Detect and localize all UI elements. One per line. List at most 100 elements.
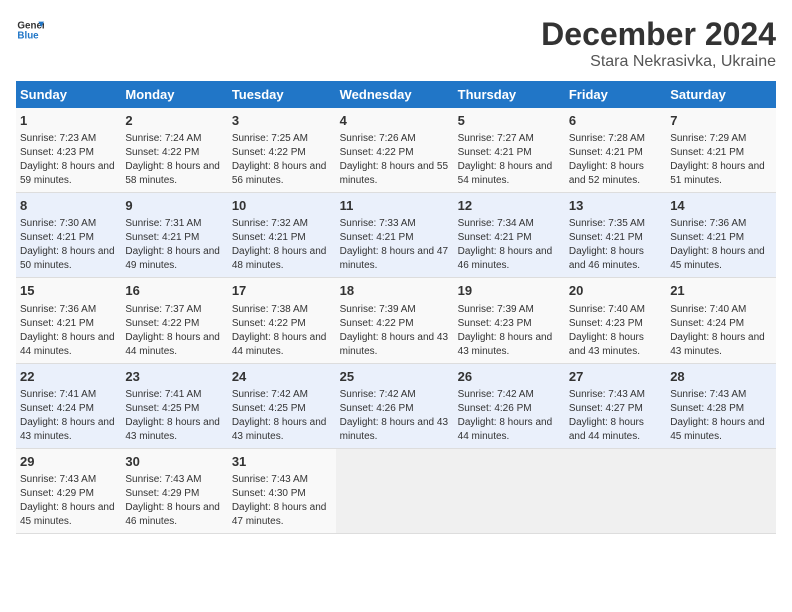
day-number: 18 [340,282,450,300]
day-number: 22 [20,368,117,386]
day-info: Sunrise: 7:29 AMSunset: 4:21 PMDaylight:… [670,132,772,188]
page-header: General Blue December 2024 Stara Nekrasi… [16,16,776,71]
day-number: 3 [232,112,332,130]
calendar-cell [454,448,565,533]
day-number: 30 [125,453,223,471]
day-info: Sunrise: 7:36 AMSunset: 4:21 PMDaylight:… [20,303,117,359]
calendar-cell: 4 Sunrise: 7:26 AMSunset: 4:22 PMDaylight… [336,108,454,193]
day-info: Sunrise: 7:26 AMSunset: 4:22 PMDaylight:… [340,132,450,188]
day-info: Sunrise: 7:36 AMSunset: 4:21 PMDaylight:… [670,217,772,273]
day-info: Sunrise: 7:27 AMSunset: 4:21 PMDaylight:… [458,132,561,188]
logo-icon: General Blue [16,16,44,44]
day-info: Sunrise: 7:24 AMSunset: 4:22 PMDaylight:… [125,132,223,188]
col-tuesday: Tuesday [228,81,336,108]
day-number: 14 [670,197,772,215]
calendar-cell [336,448,454,533]
week-row-5: 29 Sunrise: 7:43 AMSunset: 4:29 PMDayligh… [16,448,776,533]
calendar-header-row: Sunday Monday Tuesday Wednesday Thursday… [16,81,776,108]
day-info: Sunrise: 7:25 AMSunset: 4:22 PMDaylight:… [232,132,332,188]
day-number: 8 [20,197,117,215]
day-number: 20 [569,282,662,300]
calendar-cell: 3 Sunrise: 7:25 AMSunset: 4:22 PMDaylight… [228,108,336,193]
day-info: Sunrise: 7:41 AMSunset: 4:25 PMDaylight:… [125,388,223,444]
day-info: Sunrise: 7:43 AMSunset: 4:29 PMDaylight:… [125,473,223,529]
calendar-cell: 10Sunrise: 7:32 AMSunset: 4:21 PMDayligh… [228,193,336,278]
day-info: Sunrise: 7:35 AMSunset: 4:21 PMDaylight:… [569,217,662,273]
calendar-cell: 31 Sunrise: 7:43 AMSunset: 4:30 PMDayligh… [228,448,336,533]
day-info: Sunrise: 7:31 AMSunset: 4:21 PMDaylight:… [125,217,223,273]
day-info: Sunrise: 7:40 AMSunset: 4:23 PMDaylight:… [569,303,662,359]
day-info: Sunrise: 7:39 AMSunset: 4:22 PMDaylight:… [340,303,450,359]
calendar-cell [565,448,666,533]
calendar-cell: 28Sunrise: 7:43 AMSunset: 4:28 PMDayligh… [666,363,776,448]
day-info: Sunrise: 7:38 AMSunset: 4:22 PMDaylight:… [232,303,332,359]
day-number: 26 [458,368,561,386]
col-wednesday: Wednesday [336,81,454,108]
calendar-cell: 26 Sunrise: 7:42 AMSunset: 4:26 PMDayligh… [454,363,565,448]
week-row-3: 15 Sunrise: 7:36 AMSunset: 4:21 PMDayligh… [16,278,776,363]
title-area: December 2024 Stara Nekrasivka, Ukraine [541,16,776,71]
day-number: 9 [125,197,223,215]
day-number: 5 [458,112,561,130]
day-info: Sunrise: 7:30 AMSunset: 4:21 PMDaylight:… [20,217,117,273]
day-info: Sunrise: 7:42 AMSunset: 4:25 PMDaylight:… [232,388,332,444]
day-info: Sunrise: 7:43 AMSunset: 4:30 PMDaylight:… [232,473,332,529]
day-number: 4 [340,112,450,130]
day-number: 1 [20,112,117,130]
calendar-cell: 24 Sunrise: 7:42 AMSunset: 4:25 PMDayligh… [228,363,336,448]
day-number: 25 [340,368,450,386]
day-info: Sunrise: 7:43 AMSunset: 4:29 PMDaylight:… [20,473,117,529]
day-info: Sunrise: 7:42 AMSunset: 4:26 PMDaylight:… [458,388,561,444]
calendar-cell: 17Sunrise: 7:38 AMSunset: 4:22 PMDayligh… [228,278,336,363]
calendar-cell: 6Sunrise: 7:28 AMSunset: 4:21 PMDaylight… [565,108,666,193]
day-number: 10 [232,197,332,215]
day-number: 13 [569,197,662,215]
day-number: 24 [232,368,332,386]
calendar-cell [666,448,776,533]
day-number: 23 [125,368,223,386]
calendar-cell: 29 Sunrise: 7:43 AMSunset: 4:29 PMDayligh… [16,448,121,533]
calendar-cell: 13 Sunrise: 7:35 AMSunset: 4:21 PMDayligh… [565,193,666,278]
day-number: 6 [569,112,662,130]
calendar-cell: 7Sunrise: 7:29 AMSunset: 4:21 PMDaylight… [666,108,776,193]
col-monday: Monday [121,81,227,108]
calendar-cell: 5 Sunrise: 7:27 AMSunset: 4:21 PMDaylight… [454,108,565,193]
day-number: 21 [670,282,772,300]
day-number: 29 [20,453,117,471]
calendar-cell: 2 Sunrise: 7:24 AMSunset: 4:22 PMDaylight… [121,108,227,193]
calendar-cell: 12 Sunrise: 7:34 AMSunset: 4:21 PMDayligh… [454,193,565,278]
day-number: 12 [458,197,561,215]
day-info: Sunrise: 7:34 AMSunset: 4:21 PMDaylight:… [458,217,561,273]
calendar-cell: 9 Sunrise: 7:31 AMSunset: 4:21 PMDaylight… [121,193,227,278]
week-row-1: 1 Sunrise: 7:23 AMSunset: 4:23 PMDaylight… [16,108,776,193]
calendar-cell: 8 Sunrise: 7:30 AMSunset: 4:21 PMDaylight… [16,193,121,278]
calendar-cell: 15 Sunrise: 7:36 AMSunset: 4:21 PMDayligh… [16,278,121,363]
day-number: 16 [125,282,223,300]
calendar-cell: 16Sunrise: 7:37 AMSunset: 4:22 PMDayligh… [121,278,227,363]
day-number: 27 [569,368,662,386]
svg-text:Blue: Blue [17,30,39,41]
day-info: Sunrise: 7:33 AMSunset: 4:21 PMDaylight:… [340,217,450,273]
day-number: 2 [125,112,223,130]
calendar-cell: 30 Sunrise: 7:43 AMSunset: 4:29 PMDayligh… [121,448,227,533]
calendar-cell: 21Sunrise: 7:40 AMSunset: 4:24 PMDayligh… [666,278,776,363]
calendar-cell: 27Sunrise: 7:43 AMSunset: 4:27 PMDayligh… [565,363,666,448]
calendar-cell: 1 Sunrise: 7:23 AMSunset: 4:23 PMDaylight… [16,108,121,193]
calendar-cell: 19Sunrise: 7:39 AMSunset: 4:23 PMDayligh… [454,278,565,363]
day-number: 19 [458,282,561,300]
col-sunday: Sunday [16,81,121,108]
day-number: 15 [20,282,117,300]
page-title: December 2024 [541,16,776,53]
day-number: 31 [232,453,332,471]
calendar-cell: 18 Sunrise: 7:39 AMSunset: 4:22 PMDayligh… [336,278,454,363]
calendar-cell: 25 Sunrise: 7:42 AMSunset: 4:26 PMDayligh… [336,363,454,448]
logo: General Blue [16,16,44,44]
week-row-4: 22Sunrise: 7:41 AMSunset: 4:24 PMDayligh… [16,363,776,448]
col-saturday: Saturday [666,81,776,108]
day-number: 11 [340,197,450,215]
calendar-cell: 22Sunrise: 7:41 AMSunset: 4:24 PMDayligh… [16,363,121,448]
day-info: Sunrise: 7:23 AMSunset: 4:23 PMDaylight:… [20,132,117,188]
page-subtitle: Stara Nekrasivka, Ukraine [541,53,776,71]
week-row-2: 8 Sunrise: 7:30 AMSunset: 4:21 PMDaylight… [16,193,776,278]
day-info: Sunrise: 7:42 AMSunset: 4:26 PMDaylight:… [340,388,450,444]
